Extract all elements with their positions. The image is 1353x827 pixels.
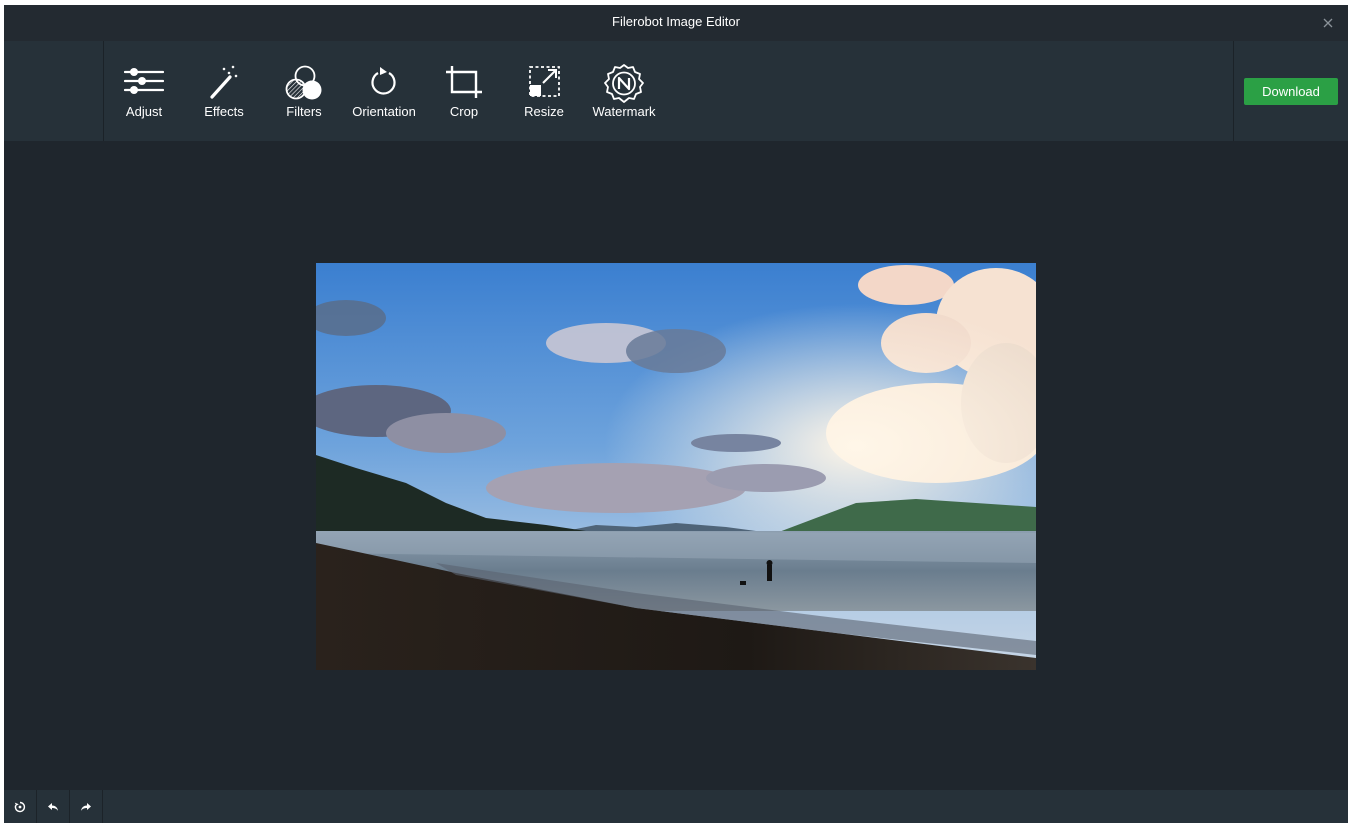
editor-window: Filerobot Image Editor Adjust Effects Fi… — [4, 5, 1348, 823]
tool-filters[interactable]: Filters — [266, 61, 342, 123]
tool-watermark[interactable]: Watermark — [586, 61, 662, 123]
tool-label: Filters — [286, 104, 322, 119]
sliders-icon — [124, 68, 164, 94]
tool-orientation[interactable]: Orientation — [346, 61, 422, 123]
beach-photo — [316, 263, 1036, 670]
download-button[interactable]: Download — [1244, 78, 1338, 105]
rotate-icon — [371, 67, 396, 95]
filters-icon — [285, 65, 322, 100]
tool-effects[interactable]: Effects — [186, 61, 262, 123]
redo-button[interactable] — [70, 790, 103, 823]
footer-bar — [4, 790, 1348, 823]
tool-label: Effects — [204, 104, 244, 119]
undo-icon — [48, 802, 58, 811]
reset-button[interactable] — [4, 790, 37, 823]
undo-button[interactable] — [37, 790, 70, 823]
tool-label: Watermark — [592, 104, 656, 119]
tool-resize[interactable]: Resize — [506, 61, 582, 123]
edited-image-beach[interactable] — [316, 263, 1036, 670]
tool-crop[interactable]: Crop — [426, 61, 502, 123]
window-title: Filerobot Image Editor — [612, 14, 740, 29]
watermark-icon — [604, 64, 644, 103]
close-icon — [1323, 18, 1333, 28]
close-button[interactable] — [1318, 13, 1338, 33]
resize-icon — [529, 66, 560, 97]
redo-icon — [81, 802, 91, 811]
editor-canvas — [4, 141, 1348, 790]
crop-icon — [446, 66, 482, 98]
toolbar-divider — [1233, 41, 1234, 141]
tool-label: Crop — [449, 104, 479, 119]
tool-adjust[interactable]: Adjust — [106, 61, 182, 123]
tool-label: Resize — [524, 104, 564, 119]
toolbar: Adjust Effects Filters Orientation Crop … — [4, 41, 1348, 141]
tool-label: Adjust — [125, 104, 163, 119]
reset-icon — [14, 801, 26, 812]
title-bar: Filerobot Image Editor — [4, 5, 1348, 41]
toolbar-divider — [103, 41, 104, 141]
tool-label: Orientation — [352, 104, 416, 119]
magic-wand-icon — [210, 65, 238, 99]
